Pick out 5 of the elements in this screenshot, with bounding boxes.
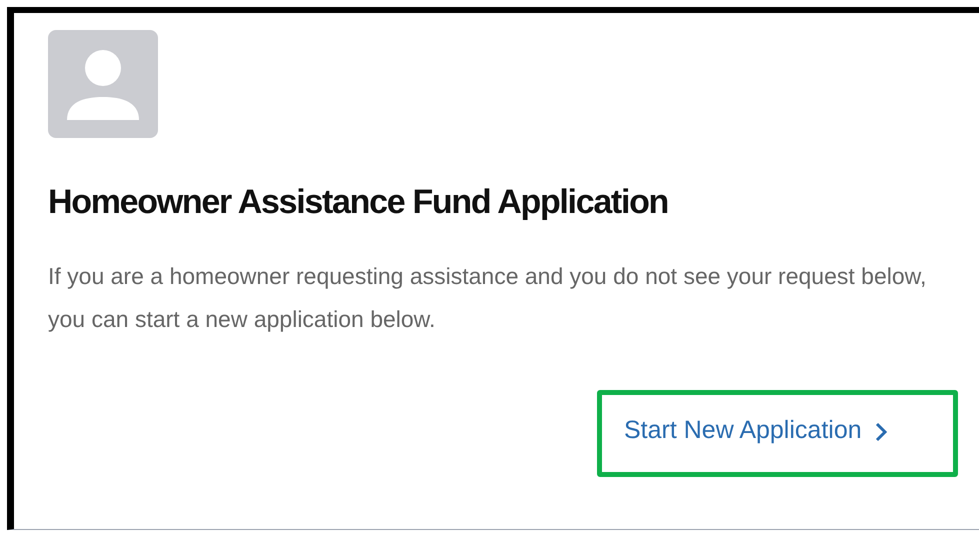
- card-title: Homeowner Assistance Fund Application: [48, 182, 670, 223]
- avatar-icon: [48, 30, 158, 138]
- card-description: If you are a homeowner requesting assistance and you do not see your request below, you can start a new application below.: [48, 262, 928, 334]
- start-application-link[interactable]: Start New Application: [597, 390, 958, 477]
- chevron-right-icon: [874, 421, 888, 443]
